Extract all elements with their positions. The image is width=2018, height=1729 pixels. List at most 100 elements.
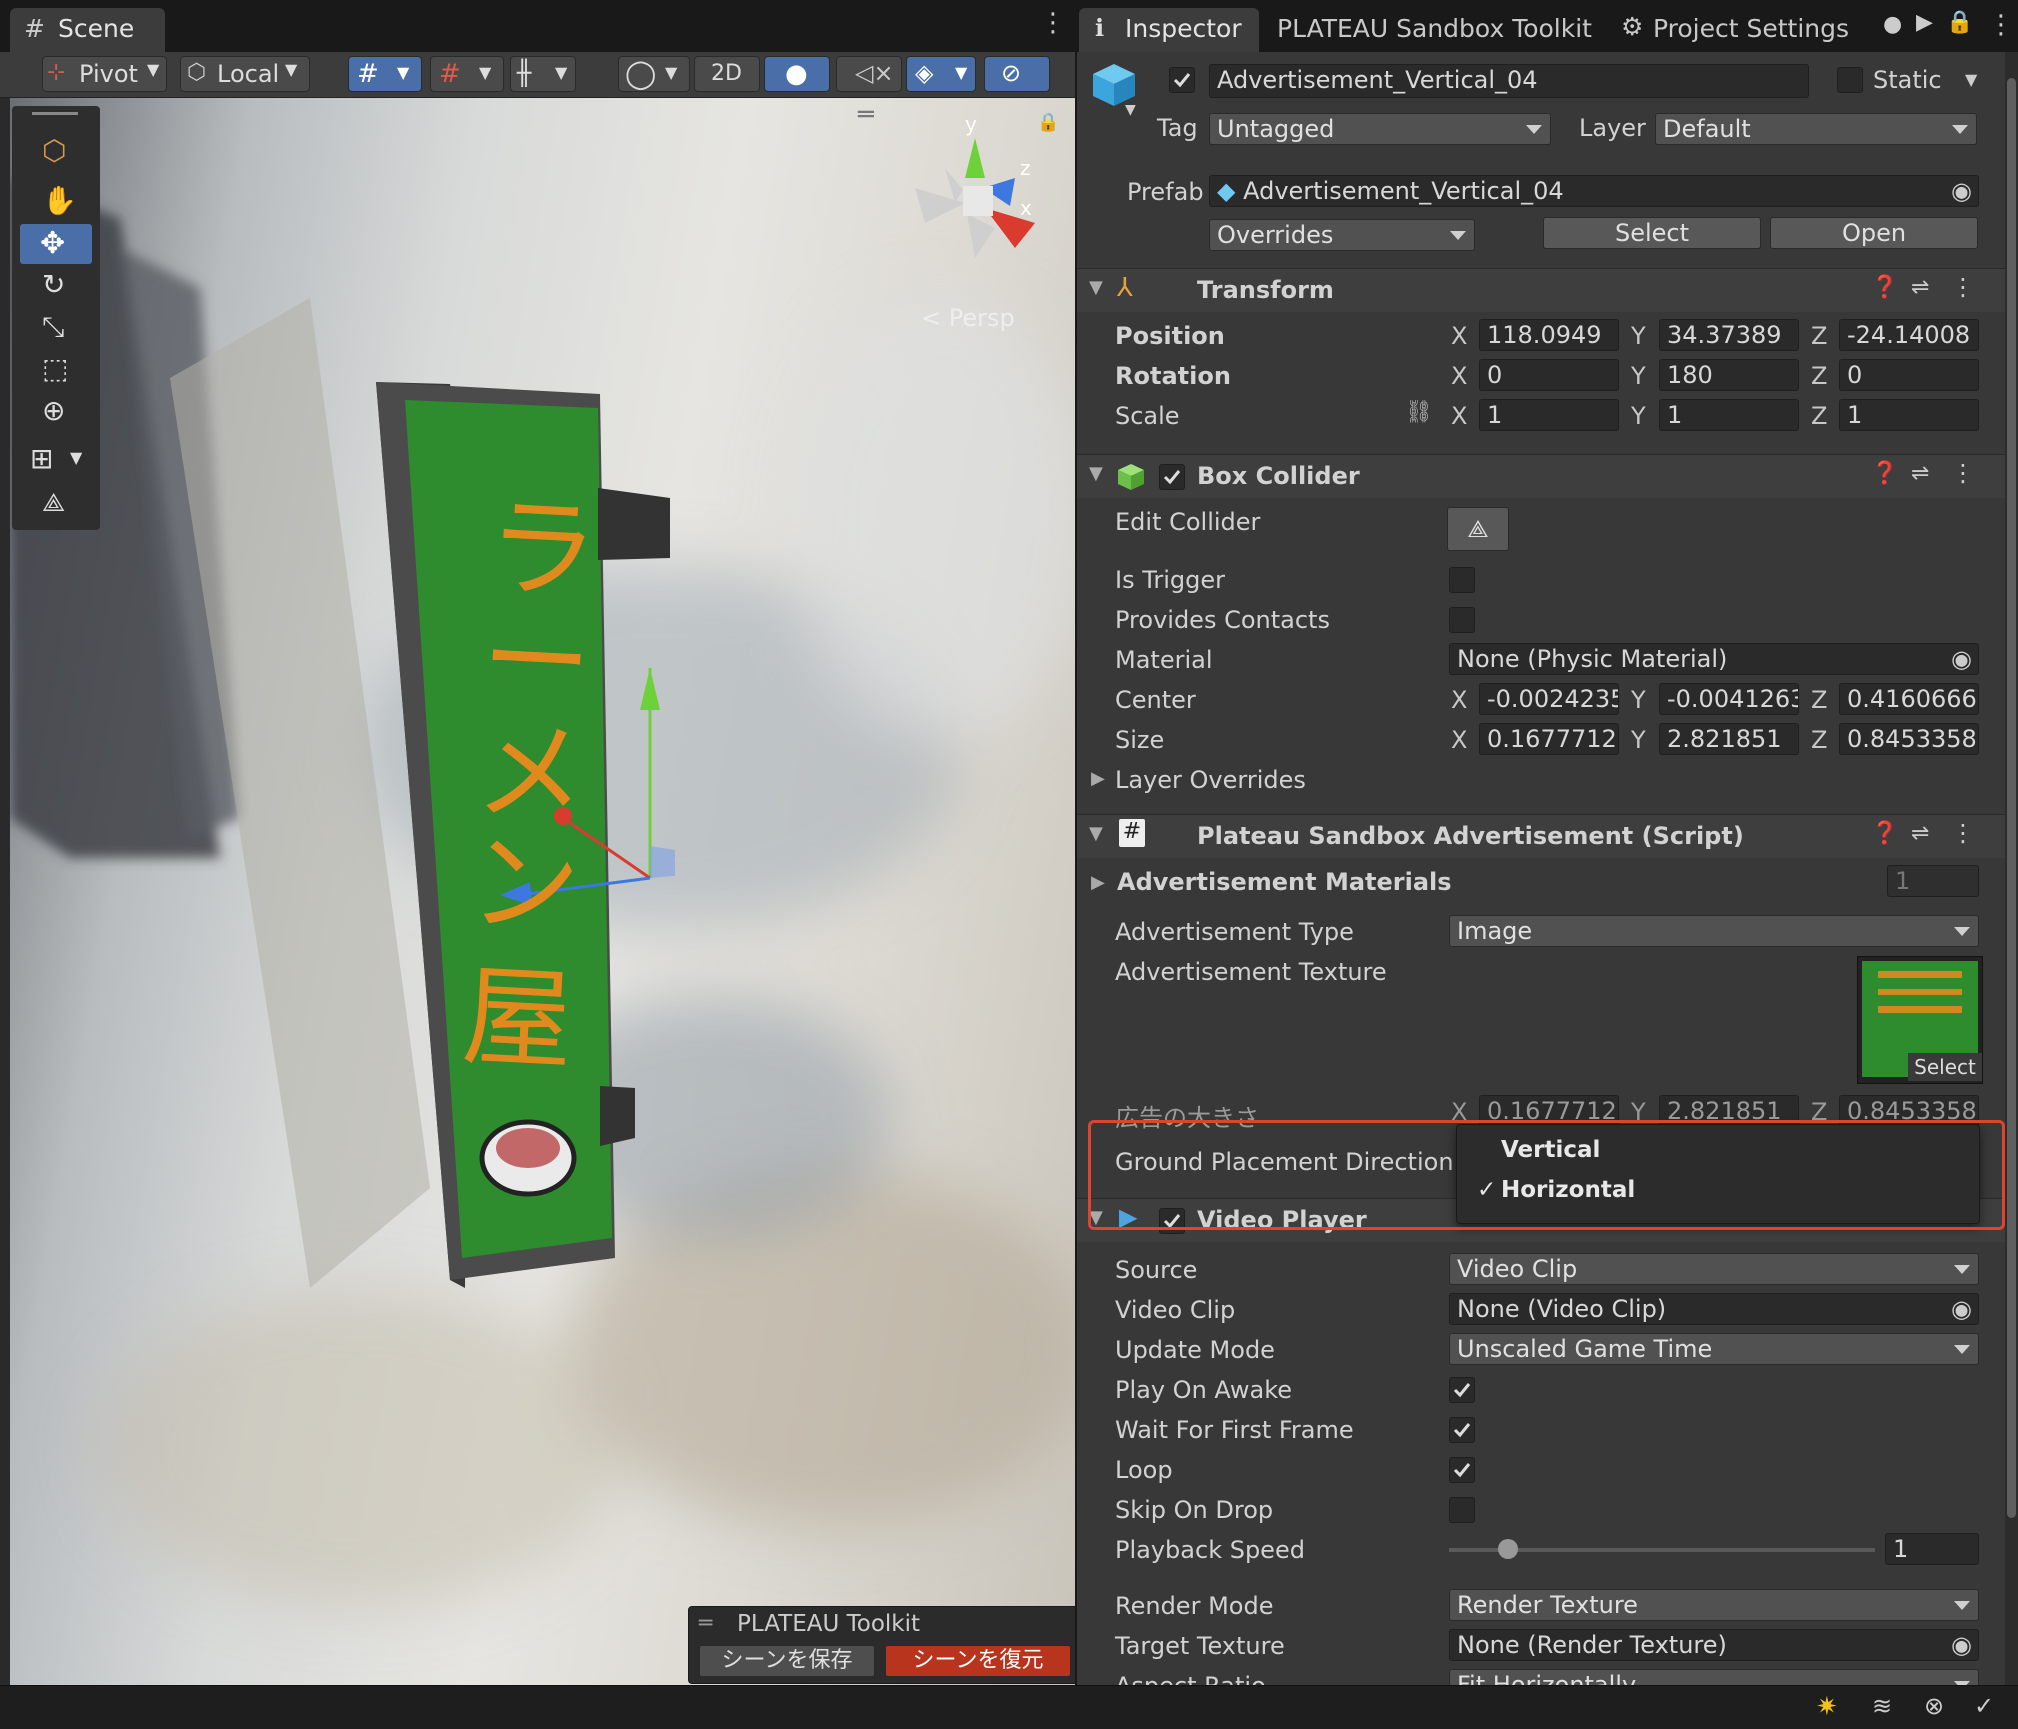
position-y-field[interactable]: 34.37389 xyxy=(1659,319,1799,351)
ad-materials-label[interactable]: Advertisement Materials xyxy=(1117,868,1452,896)
help-icon[interactable]: ❓ xyxy=(1871,821,1898,846)
check-circle-icon[interactable]: ✓ xyxy=(1974,1692,1994,1720)
ad-script-header[interactable]: ▼ # Plateau Sandbox Advertisement (Scrip… xyxy=(1077,814,2005,858)
hand-tool[interactable]: ✋ xyxy=(20,182,92,222)
foldout-arrow-icon[interactable]: ▼ xyxy=(1089,277,1103,298)
play-icon[interactable]: ▶ xyxy=(1916,10,1933,35)
static-checkbox[interactable] xyxy=(1837,67,1863,93)
layer-overrides-label[interactable]: Layer Overrides xyxy=(1115,766,1306,794)
restore-scene-button[interactable]: シーンを復元 xyxy=(885,1645,1071,1677)
box-collider-header[interactable]: ▼ Box Collider ❓ ⇌ ⋮ xyxy=(1077,454,2005,498)
ruler-button[interactable]: ╫ ▼ xyxy=(510,56,576,92)
pivot-dropdown[interactable]: ⊹ Pivot ▼ xyxy=(42,56,167,92)
bug-icon[interactable]: ✷ xyxy=(1816,1692,1838,1722)
layer-dropdown[interactable]: Default xyxy=(1655,113,1977,145)
local-dropdown[interactable]: ⬡ Local ▼ xyxy=(180,56,310,92)
preset-icon[interactable]: ⇌ xyxy=(1911,461,1929,486)
render-mode-dropdown[interactable]: Render Texture xyxy=(1449,1589,1979,1621)
palette-grip[interactable] xyxy=(32,112,78,115)
source-dropdown[interactable]: Video Clip xyxy=(1449,1253,1979,1285)
rotation-z-field[interactable]: 0 xyxy=(1839,359,1979,391)
scale-x-field[interactable]: 1 xyxy=(1479,399,1619,431)
loop-checkbox[interactable] xyxy=(1449,1457,1475,1483)
video-clip-field[interactable]: None (Video Clip) ◉ xyxy=(1449,1293,1979,1325)
object-picker-icon[interactable]: ◉ xyxy=(1951,1630,1972,1660)
transform-tool[interactable]: ⊕ xyxy=(20,392,92,432)
prefab-field[interactable]: ◆ Advertisement_Vertical_04 ◉ xyxy=(1209,175,1979,207)
scale-z-field[interactable]: 1 xyxy=(1839,399,1979,431)
rotation-y-field[interactable]: 180 xyxy=(1659,359,1799,391)
play-on-awake-checkbox[interactable] xyxy=(1449,1377,1475,1403)
audio-toggle[interactable]: ◁× xyxy=(836,56,902,92)
ad-materials-count[interactable]: 1 xyxy=(1887,865,1979,897)
effects-toggle[interactable]: ◈ ▼ xyxy=(906,56,976,92)
size-z-field[interactable]: 0.8453358 xyxy=(1839,723,1979,755)
center-y-field[interactable]: -0.0041263 xyxy=(1659,683,1799,715)
kebab-menu-icon[interactable]: ⋮ xyxy=(1951,819,1975,847)
size-x-field[interactable]: 0.1677712 xyxy=(1479,723,1619,755)
box-collider-enabled-checkbox[interactable] xyxy=(1159,464,1185,490)
custom-tool[interactable]: ⊞ ▼ xyxy=(20,440,92,480)
open-prefab-button[interactable]: Open xyxy=(1770,217,1978,249)
tab-project-settings[interactable]: Project Settings xyxy=(1653,14,1849,43)
preset-icon[interactable]: ⇌ xyxy=(1911,275,1929,300)
position-z-field[interactable]: -24.14008 xyxy=(1839,319,1979,351)
edit-collider-button[interactable]: ⟁ xyxy=(1447,507,1509,551)
chevron-down-icon[interactable]: ▼ xyxy=(1965,70,1977,89)
view-tool[interactable]: ⬡ xyxy=(20,132,92,172)
overrides-dropdown[interactable]: Overrides xyxy=(1209,219,1475,251)
kebab-menu-icon[interactable]: ⋮ xyxy=(1951,273,1975,301)
tab-inspector[interactable]: ℹ Inspector xyxy=(1079,8,1259,52)
kebab-menu-icon[interactable]: ⋮ xyxy=(1951,459,1975,487)
target-texture-field[interactable]: None (Render Texture) ◉ xyxy=(1449,1629,1979,1661)
position-x-field[interactable]: 118.0949 xyxy=(1479,319,1619,351)
ad-type-dropdown[interactable]: Image xyxy=(1449,915,1979,947)
scrollbar-thumb[interactable] xyxy=(2007,78,2016,1518)
lock-icon[interactable]: 🔒 xyxy=(1946,10,1973,35)
rotation-x-field[interactable]: 0 xyxy=(1479,359,1619,391)
foldout-arrow-icon[interactable]: ▼ xyxy=(1089,823,1103,844)
transform-header[interactable]: ▼ ⅄ Transform ❓ ⇌ ⋮ xyxy=(1077,268,2005,312)
select-prefab-button[interactable]: Select xyxy=(1543,217,1761,249)
object-picker-icon[interactable]: ◉ xyxy=(1951,644,1972,674)
object-picker-icon[interactable]: ◉ xyxy=(1951,176,1972,206)
lighting-toggle[interactable]: ● xyxy=(764,56,830,92)
skip-on-drop-checkbox[interactable] xyxy=(1449,1497,1475,1523)
kebab-menu-icon[interactable]: ⋮ xyxy=(1040,8,1066,38)
preset-icon[interactable]: ⇌ xyxy=(1911,821,1929,846)
layers-stack-icon[interactable]: ≋ xyxy=(1872,1692,1892,1720)
snap-increment-button[interactable]: # ▼ xyxy=(430,56,504,92)
tab-scene[interactable]: # Scene xyxy=(10,8,165,52)
scene-viewport[interactable]: y x z 🔒 < Persp ═ ラ ー メ ン 屋 ⬡ ✋ ✥ ↻ ⤡ ⬚ … xyxy=(10,98,1075,1685)
material-field[interactable]: None (Physic Material) ◉ xyxy=(1449,643,1979,675)
foldout-arrow-icon[interactable]: ▼ xyxy=(1089,463,1103,484)
rotate-tool[interactable]: ↻ xyxy=(20,266,92,306)
move-tool[interactable]: ✥ xyxy=(20,224,92,264)
overlay-grip-icon[interactable]: ═ xyxy=(699,1611,712,1636)
update-mode-dropdown[interactable]: Unscaled Game Time xyxy=(1449,1333,1979,1365)
grid-snap-button[interactable]: # ▼ xyxy=(348,56,422,92)
unlink-icon[interactable]: ⛓ xyxy=(1405,400,1433,425)
foldout-arrow-right-icon[interactable]: ▶ xyxy=(1091,872,1105,893)
tab-plateau-sandbox[interactable]: PLATEAU Sandbox Toolkit xyxy=(1277,14,1592,43)
save-scene-button[interactable]: シーンを保存 xyxy=(699,1645,875,1677)
network-off-icon[interactable]: ⊗ xyxy=(1924,1692,1944,1720)
inspector-scrollbar[interactable] xyxy=(2005,52,2018,1685)
rect-tool[interactable]: ⬚ xyxy=(20,350,92,390)
help-icon[interactable]: ❓ xyxy=(1871,275,1898,300)
foldout-arrow-right-icon[interactable]: ▶ xyxy=(1091,768,1105,789)
active-checkbox[interactable] xyxy=(1169,67,1195,93)
ad-texture-preview[interactable]: Select xyxy=(1857,956,1983,1084)
scale-tool[interactable]: ⤡ xyxy=(20,308,92,348)
ad-texture-select-button[interactable]: Select xyxy=(1908,1053,1982,1081)
help-icon[interactable]: ❓ xyxy=(1871,461,1898,486)
is-trigger-checkbox[interactable] xyxy=(1449,567,1475,593)
aspect-ratio-dropdown[interactable]: Fit Horizontally xyxy=(1449,1669,1979,1685)
object-name-field[interactable]: Advertisement_Vertical_04 xyxy=(1209,64,1809,98)
size-y-field[interactable]: 2.821851 xyxy=(1659,723,1799,755)
provides-contacts-checkbox[interactable] xyxy=(1449,607,1475,633)
center-x-field[interactable]: -0.0024235 xyxy=(1479,683,1619,715)
toggle-2d-button[interactable]: 2D xyxy=(694,56,760,92)
object-picker-icon[interactable]: ◉ xyxy=(1951,1294,1972,1324)
wait-first-frame-checkbox[interactable] xyxy=(1449,1417,1475,1443)
